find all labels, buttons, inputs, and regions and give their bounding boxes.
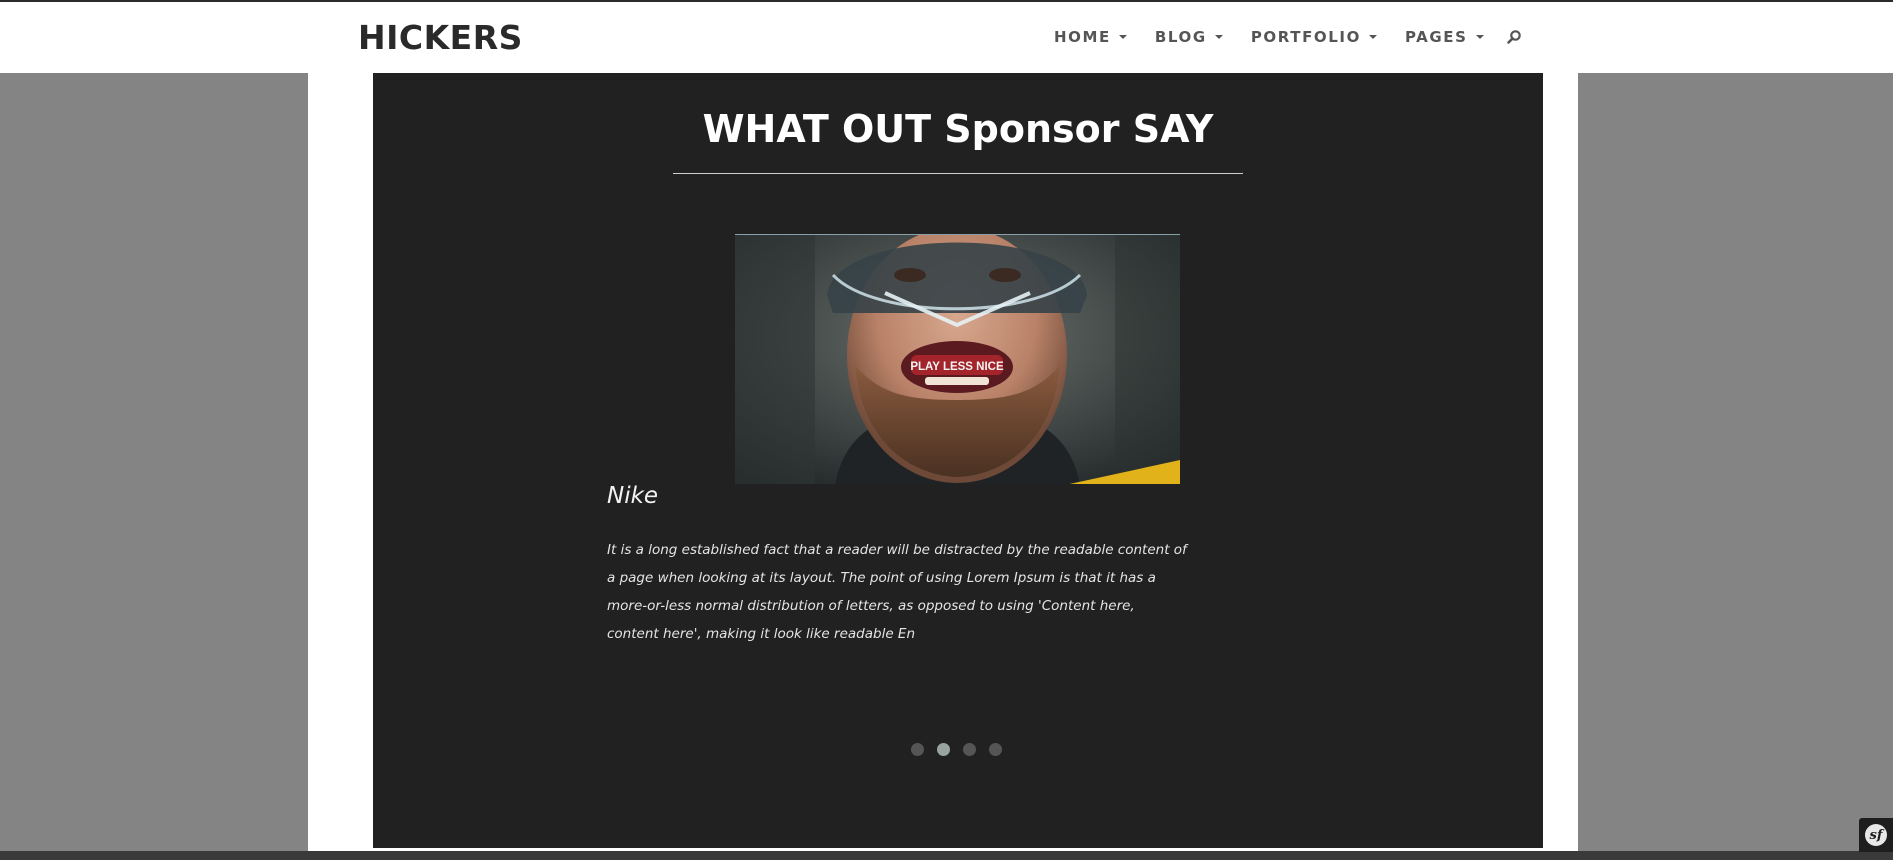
carousel-dot[interactable] (963, 743, 976, 756)
nav-item-blog[interactable]: BLOG (1155, 28, 1223, 46)
brand-logo[interactable]: HICKERS (358, 18, 523, 57)
symfony-icon[interactable]: sf (1859, 818, 1893, 852)
main-nav: HOME BLOG PORTFOLIO PAGES (1054, 28, 1522, 46)
caret-down-icon (1214, 35, 1223, 39)
nav-item-label: PAGES (1404, 28, 1468, 46)
sponsor-name: Nike (607, 483, 659, 509)
carousel-indicators (911, 743, 1015, 756)
caret-down-icon (1475, 35, 1484, 39)
nav-item-label: PORTFOLIO (1250, 28, 1361, 46)
testimonial-section: WHAT OUT Sponsor SAY PLAY LESS NICE Nike… (373, 73, 1543, 848)
nav-item-label: BLOG (1154, 28, 1207, 46)
caret-down-icon (1118, 35, 1127, 39)
carousel-dot[interactable] (911, 743, 924, 756)
title-divider (673, 173, 1243, 174)
sponsor-image: PLAY LESS NICE (735, 234, 1180, 484)
carousel-dot[interactable] (989, 743, 1002, 756)
nav-item-portfolio[interactable]: PORTFOLIO (1251, 28, 1377, 46)
nav-item-home[interactable]: HOME (1054, 28, 1127, 46)
mouthguard-caption: PLAY LESS NICE (910, 361, 1004, 373)
search-icon[interactable] (1506, 29, 1522, 45)
section-title: WHAT OUT Sponsor SAY (702, 107, 1214, 151)
carousel-dot-active[interactable] (937, 743, 950, 756)
testimonial-text: It is a long established fact that a rea… (607, 542, 1187, 642)
bottom-bar (0, 851, 1893, 860)
symfony-logo: sf (1865, 824, 1887, 846)
nav-item-pages[interactable]: PAGES (1405, 28, 1484, 46)
nav-item-label: HOME (1054, 28, 1111, 46)
navbar: HICKERS HOME BLOG PORTFOLIO PAGES (0, 2, 1893, 73)
caret-down-icon (1368, 35, 1377, 39)
